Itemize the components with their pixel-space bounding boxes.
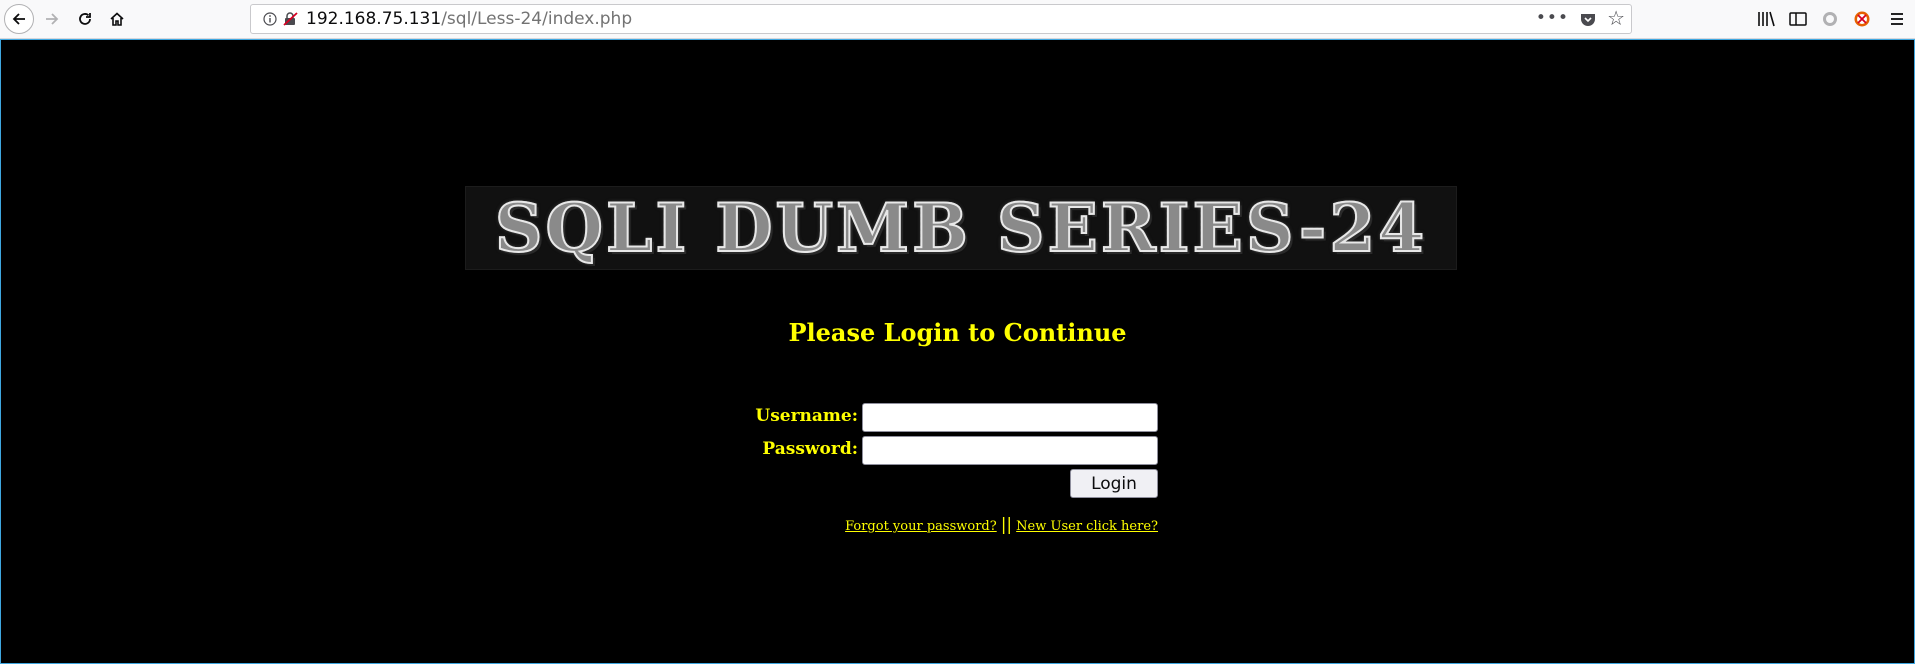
url-path: /sql/Less-24/index.php	[441, 9, 633, 29]
menu-icon[interactable]	[1888, 9, 1908, 29]
addon-icon[interactable]	[1852, 9, 1872, 29]
back-icon	[12, 13, 25, 25]
reload-icon	[79, 13, 91, 25]
page-content: SQLI DUMB SERIES-24	[0, 39, 1915, 664]
address-bar[interactable]: 192.168.75.131/sql/Less-24/index.php •••…	[250, 4, 1632, 34]
reload-button[interactable]	[70, 4, 100, 34]
username-label: Username:	[755, 406, 858, 426]
sidebar-icon[interactable]	[1788, 9, 1808, 29]
banner-image: SQLI DUMB SERIES-24	[465, 186, 1457, 270]
library-icon[interactable]	[1756, 9, 1776, 29]
home-button[interactable]	[102, 4, 132, 34]
forward-button[interactable]	[37, 4, 67, 34]
password-label: Password:	[762, 439, 858, 459]
forgot-password-link[interactable]: Forgot your password?	[845, 519, 997, 534]
account-links: Forgot your password? || New User click he…	[845, 515, 1158, 535]
password-field[interactable]	[862, 436, 1158, 465]
page-actions-icon[interactable]: •••	[1536, 8, 1569, 28]
link-separator: ||	[1000, 515, 1013, 535]
username-field[interactable]	[862, 403, 1158, 432]
info-icon[interactable]	[263, 12, 277, 26]
pocket-icon[interactable]	[1580, 12, 1596, 27]
login-button[interactable]: Login	[1070, 469, 1158, 498]
insecure-lock-icon[interactable]	[283, 12, 299, 26]
back-button[interactable]	[4, 4, 34, 34]
new-user-link[interactable]: New User click here?	[1016, 519, 1158, 534]
home-icon	[110, 12, 124, 26]
star-icon[interactable]: ☆	[1607, 6, 1625, 30]
sync-icon[interactable]	[1820, 9, 1840, 29]
url-text[interactable]: 192.168.75.131/sql/Less-24/index.php	[306, 9, 632, 29]
url-host: 192.168.75.131	[306, 9, 442, 29]
banner-text: SQLI DUMB SERIES-24	[494, 188, 1428, 268]
browser-toolbar: 192.168.75.131/sql/Less-24/index.php •••…	[0, 0, 1915, 39]
forward-icon	[46, 13, 59, 25]
page-title: Please Login to Continue	[788, 318, 1127, 347]
